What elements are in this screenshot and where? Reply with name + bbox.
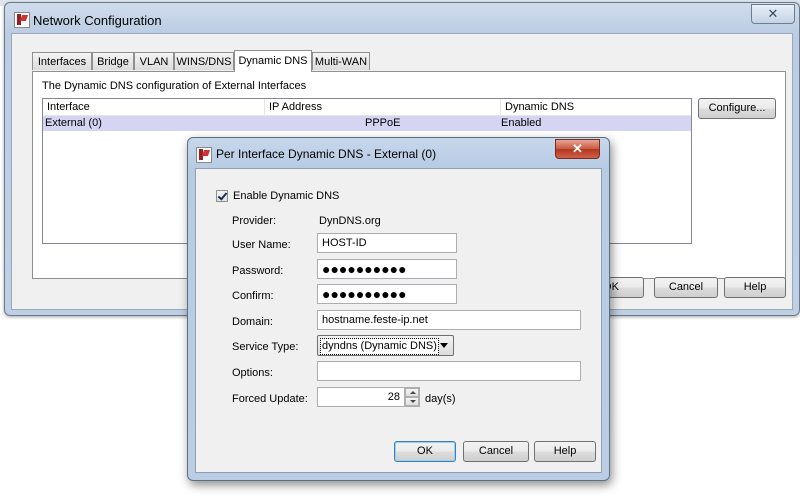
forced-update-label: Forced Update: (232, 393, 308, 405)
tab-bridge[interactable]: Bridge (92, 52, 134, 70)
service-type-select[interactable]: dyndns (Dynamic DNS) (317, 335, 454, 356)
main-help-button[interactable]: Help (724, 277, 786, 298)
dynamic-dns-dialog: Per Interface Dynamic DNS - External (0)… (187, 137, 610, 481)
provider-value: DynDNS.org (319, 215, 381, 227)
tab-vlan[interactable]: VLAN (134, 52, 174, 70)
password-input[interactable]: ●●●●●●●●●● (317, 259, 457, 279)
forced-update-spinner (404, 387, 420, 407)
dialog-logo-icon (196, 147, 212, 163)
options-input[interactable] (317, 361, 581, 381)
app-logo-icon (14, 12, 30, 28)
dialog-help-button[interactable]: Help (534, 441, 596, 462)
service-type-value: dyndns (Dynamic DNS) (320, 338, 439, 355)
dialog-cancel-button[interactable]: Cancel (463, 441, 529, 462)
main-cancel-button[interactable]: Cancel (654, 277, 718, 298)
tab-multi-wan[interactable]: Multi-WAN (312, 52, 370, 70)
close-icon: ✕ (572, 141, 583, 156)
table-header: Interface IP Address Dynamic DNS (43, 99, 691, 116)
arrow-down-icon[interactable] (405, 397, 419, 406)
chevron-down-icon (440, 343, 448, 348)
confirm-password-input[interactable]: ●●●●●●●●●● (317, 284, 457, 304)
password-label: Password: (232, 265, 284, 277)
forced-update-input[interactable]: 28 (317, 387, 405, 407)
table-row[interactable]: External (0) PPPoE Enabled (43, 116, 691, 131)
dialog-close-button[interactable]: ✕ (555, 139, 600, 159)
options-label: Options: (232, 367, 273, 379)
cell-dynamic-dns: Enabled (501, 117, 542, 129)
configure-button[interactable]: Configure... (698, 98, 776, 119)
dialog-ok-button[interactable]: OK (394, 441, 456, 462)
arrow-up-icon[interactable] (405, 388, 419, 397)
provider-label: Provider: (232, 215, 277, 227)
dialog-client-area: Enable Dynamic DNS Provider: DynDNS.org … (195, 168, 602, 473)
dialog-title: Per Interface Dynamic DNS - External (0) (216, 147, 437, 161)
service-type-label: Service Type: (232, 341, 299, 353)
tab-dynamic-dns[interactable]: Dynamic DNS (234, 50, 312, 72)
tab-interfaces[interactable]: Interfaces (32, 52, 92, 70)
confirm-label: Confirm: (232, 290, 274, 302)
enable-dynamic-dns-checkbox[interactable] (216, 190, 228, 202)
domain-label: Domain: (232, 316, 273, 328)
close-window-button[interactable]: ✕ (751, 4, 795, 24)
tab-wins-dns[interactable]: WINS/DNS (174, 52, 234, 70)
panel-caption: The Dynamic DNS configuration of Externa… (42, 80, 307, 92)
column-header-dynamic-dns[interactable]: Dynamic DNS (501, 99, 691, 115)
domain-input[interactable]: hostname.feste-ip.net (317, 310, 581, 330)
column-header-interface[interactable]: Interface (43, 99, 265, 115)
cell-interface: External (0) (45, 117, 102, 129)
username-label: User Name: (232, 239, 291, 251)
username-input[interactable]: HOST-ID (317, 233, 457, 253)
forced-update-unit: day(s) (425, 393, 456, 405)
cell-ip-address: PPPoE (365, 117, 401, 129)
enable-dynamic-dns-label[interactable]: Enable Dynamic DNS (233, 186, 339, 206)
window-title: Network Configuration (33, 13, 162, 28)
column-header-ip-address[interactable]: IP Address (265, 99, 501, 115)
close-icon: ✕ (767, 6, 779, 21)
